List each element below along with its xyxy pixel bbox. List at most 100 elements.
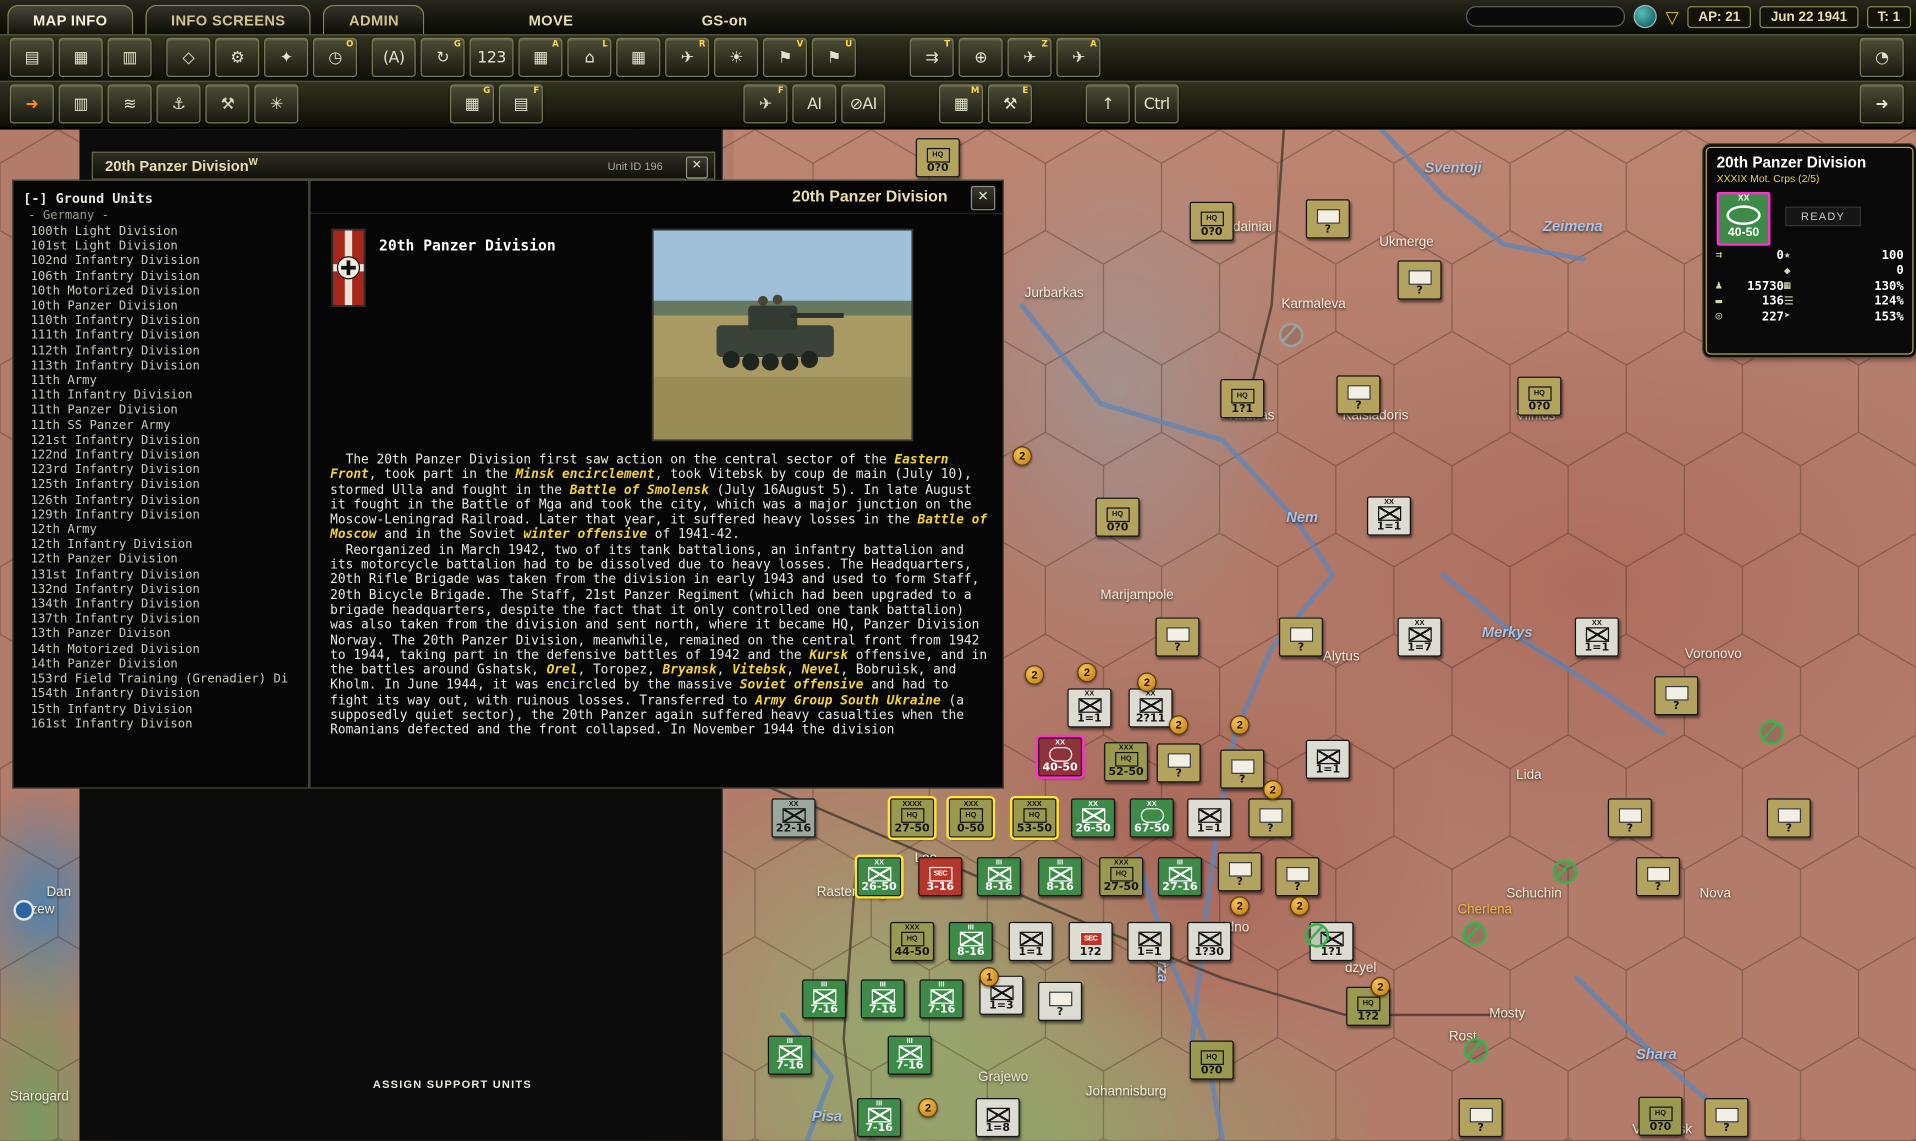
hex-control-icon[interactable]: ◇ [166,38,210,77]
map-unit-counter[interactable]: ? [1038,982,1082,1021]
unit-list-item[interactable]: 10th Motorized Division [13,285,308,300]
map-unit-counter[interactable]: HQ0?0 [1096,498,1140,537]
map-unit-counter[interactable]: XX1=1 [1575,617,1619,656]
unit-list-item[interactable]: 126th Infantry Division [13,494,308,509]
unit-info-panel[interactable]: 20th Panzer Division XXXIX Mot. Crps (2/… [1706,147,1914,355]
train-icon[interactable]: ▥ [59,84,103,123]
map-unit-counter[interactable]: XX1=1 [1067,688,1111,727]
map-unit-counter[interactable]: XXXXHQ27-50 [890,798,934,837]
unit-list-item[interactable]: 106th Infantry Division [13,270,308,285]
map-unit-counter[interactable]: ? [1279,617,1323,656]
airbase-icon[interactable]: ✈R [665,38,709,77]
factory-icon[interactable]: ⌂L [567,38,611,77]
unit-list-item[interactable]: 113th Infantry Division [13,359,308,374]
map-unit-counter[interactable]: III7-16 [857,1098,901,1137]
flag-v-icon[interactable]: ⚑V [763,38,807,77]
unit-list-item[interactable]: 131st Infantry Division [13,568,308,583]
map-unit-counter[interactable]: HQ0?0 [1638,1097,1682,1136]
unit-list-item[interactable]: 14th Motorized Division [13,643,308,658]
unit-list-item[interactable]: 132nd Infantry Division [13,583,308,598]
map-unit-counter[interactable]: ? [1155,617,1199,656]
unit-list-item[interactable]: 112th Infantry Division [13,344,308,359]
clock-icon[interactable]: ◷O [313,38,357,77]
production-icon[interactable]: ▦M [939,84,983,123]
globe-icon[interactable] [1634,5,1657,28]
map-unit-counter[interactable]: ? [1636,857,1680,896]
unit-list-item[interactable]: 12th Panzer Division [13,553,308,568]
map-unit-counter[interactable]: ? [1275,857,1319,896]
map-unit-counter[interactable]: ? [1220,750,1264,789]
radio-icon[interactable]: (A) [372,38,416,77]
shift-key-icon[interactable]: ↑ [1086,84,1130,123]
unit-list-item[interactable]: 154th Infantry Division [13,688,308,703]
unit-list-item[interactable]: 122nd Infantry Division [13,449,308,464]
ctrl-key-icon[interactable]: Ctrl [1135,84,1179,123]
map-unit-counter[interactable]: SEC1?2 [1069,922,1113,961]
depot-build-icon[interactable]: ▤F [499,84,543,123]
map-unit-counter[interactable]: 1=1 [1009,922,1053,961]
compass-icon[interactable]: ◔ [1860,38,1904,77]
map-unit-counter[interactable]: XX1=1 [1367,496,1411,535]
unit-list-item[interactable]: 12th Army [13,523,308,538]
map-unit-counter[interactable]: 1?30 [1187,922,1231,961]
scroll-right-icon[interactable]: ➜ [1860,84,1904,123]
unit-list-item[interactable]: 13th Panzer Divison [13,628,308,643]
air-mission-a-icon[interactable]: ✈A [1056,38,1100,77]
unit-list-item[interactable]: 129th Infantry Division [13,508,308,523]
map-unit-counter[interactable]: III8-16 [949,922,993,961]
unit-list-item[interactable]: 161st Infantry Divison [13,717,308,732]
ai-off-icon[interactable]: ⊘AI [841,84,885,123]
map-unit-counter[interactable]: III7-16 [861,979,905,1018]
unit-list-item[interactable]: 137th Infantry Division [13,613,308,628]
map-unit-counter[interactable]: 1=1 [1127,922,1171,961]
map-unit-counter[interactable]: ? [1608,798,1652,837]
map-unit-counter[interactable]: ? [1157,743,1201,782]
air-doctrine-icon[interactable]: ✈F [743,84,787,123]
weather-icon[interactable]: ☀ [714,38,758,77]
sea-transport-icon[interactable]: ≋ [108,84,152,123]
map-unit-counter[interactable]: III7-16 [919,979,963,1018]
unit-list-item[interactable]: 123rd Infantry Division [13,464,308,479]
map-unit-counter[interactable]: XXXHQ53-50 [1012,798,1056,837]
unit-list-item[interactable]: 12th Infantry Division [13,538,308,553]
map-unit-counter[interactable]: ? [1248,798,1292,837]
map-unit-counter[interactable]: ? [1218,852,1262,891]
map-unit-counter[interactable]: ? [1398,260,1442,299]
unit-list-item[interactable]: 11th Infantry Division [13,389,308,404]
tab-admin[interactable]: ADMIN [323,5,424,34]
unit-list-item[interactable]: 15th Infantry Division [13,702,308,717]
unit-window-titlebar[interactable]: 20th Panzer DivisionW Unit ID 196 ✕ [92,152,716,180]
numbers-icon[interactable]: 123 [470,38,514,77]
map-unit-counter[interactable]: ? [1459,1098,1503,1137]
map-unit-counter[interactable]: XXXHQ27-50 [1099,857,1143,896]
assign-support-units-label[interactable]: ASSIGN SUPPORT UNITS [373,1078,532,1090]
ai-icon[interactable]: AI [792,84,836,123]
engineer-icon[interactable]: ⚒ [205,84,249,123]
map-unit-counter[interactable]: HQ0?0 [1190,202,1234,241]
map-unit-counter[interactable]: III27-16 [1158,857,1202,896]
map-unit-counter[interactable]: 1=1 [1187,798,1231,837]
map-unit-counter[interactable]: XX67-50 [1130,798,1174,837]
close-button[interactable]: ✕ [686,157,708,179]
refresh-icon[interactable]: ↻G [421,38,465,77]
map-unit-counter[interactable]: HQ0?0 [1517,377,1561,416]
bombard-icon[interactable]: ✳ [254,84,298,123]
tab-map-info[interactable]: MAP INFO [7,5,133,34]
map-unit-counter[interactable]: XXXHQ52-50 [1104,742,1148,781]
message-bar[interactable] [1466,6,1625,27]
map-unit-counter[interactable]: XX40-50 [1038,737,1082,776]
map-unit-counter[interactable]: XXXHQ0-50 [949,798,993,837]
map-unit-counter[interactable]: HQ0?0 [916,138,960,177]
map-unit-counter[interactable]: 1=1 [1306,740,1350,779]
map-unit-counter[interactable]: III7-16 [768,1036,812,1075]
map-unit-counter[interactable]: ? [1767,798,1811,837]
map-unit-counter[interactable]: ? [1704,1098,1748,1137]
map-unit-counter[interactable]: III8-16 [977,857,1021,896]
selected-unit-counter[interactable]: XX 40-50 [1717,192,1771,246]
unit-list-item[interactable]: 153rd Field Training (Grenadier) Di [13,673,308,688]
map-unit-counter[interactable]: ? [1654,676,1698,715]
map-unit-counter[interactable]: SEC3-16 [918,857,962,896]
depot-grid-icon[interactable]: ▦ [616,38,660,77]
advance-phase-icon[interactable]: ➜ [10,84,54,123]
unit-list-item[interactable]: 10th Panzer Division [13,300,308,315]
